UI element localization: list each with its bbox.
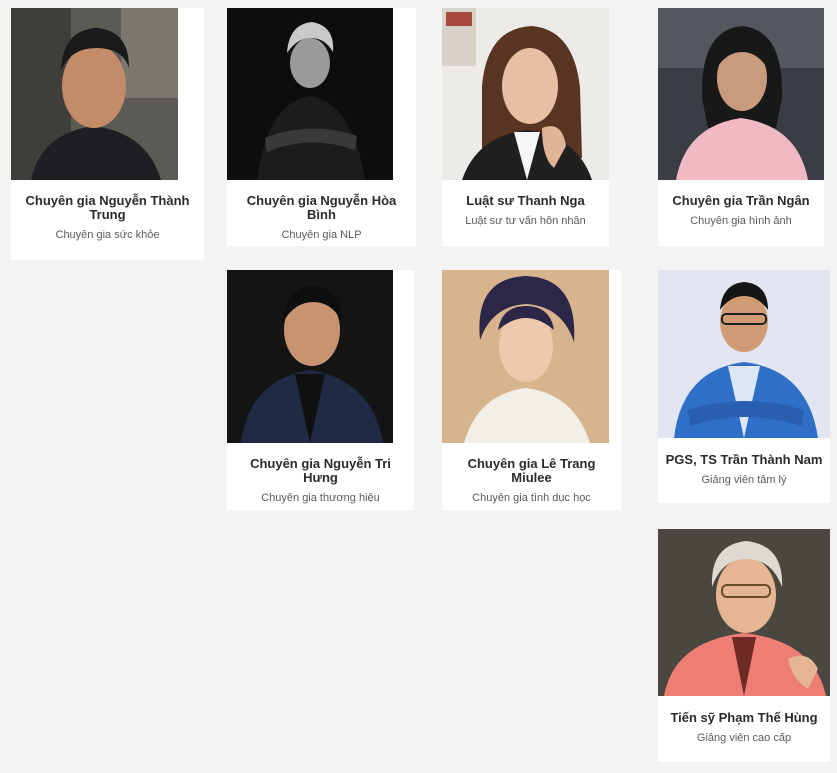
expert-name[interactable]: Luật sư Thanh Nga [442,194,609,208]
expert-photo[interactable] [442,270,609,443]
expert-photo[interactable] [227,8,393,180]
expert-role: Giảng viên tâm lý [701,474,787,486]
expert-card-nguyen-thanh-trung[interactable]: Chuyên gia Nguyễn Thành Trung Chuyên gia… [11,8,204,260]
expert-card-thanh-nga[interactable]: Luật sư Thanh Nga Luật sư tư vấn hôn nhâ… [442,8,609,246]
expert-name[interactable]: Chuyên gia Nguyễn Tri Hưng [227,457,414,485]
expert-card-nguyen-tri-hung[interactable]: Chuyên gia Nguyễn Tri Hưng Chuyên gia th… [227,270,414,510]
expert-role: Chuyên gia tình dục học [472,492,591,504]
expert-name[interactable]: Chuyên gia Trần Ngân [658,194,824,208]
expert-photo[interactable] [658,8,824,180]
expert-card-tran-thanh-nam[interactable]: PGS, TS Trần Thành Nam Giảng viên tâm lý [658,270,830,503]
expert-role: Chuyên gia sức khỏe [55,229,160,241]
expert-photo[interactable] [442,8,609,180]
expert-role: Giảng viên cao cấp [696,732,792,744]
expert-name[interactable]: Chuyên gia Lê Trang Miulee [442,457,621,485]
expert-photo[interactable] [11,8,178,180]
expert-card-pham-the-hung[interactable]: Tiến sỹ Phạm Thế Hùng Giảng viên cao cấp [658,529,830,762]
expert-name[interactable]: Chuyên gia Nguyễn Thành Trung [11,194,204,222]
expert-photo[interactable] [227,270,393,443]
expert-photo[interactable] [658,270,830,438]
expert-role: Luật sư tư vấn hôn nhân [465,215,586,227]
expert-role: Chuyên gia thương hiệu [261,492,380,504]
expert-name[interactable]: Chuyên gia Nguyễn Hòa Bình [227,194,416,222]
expert-role: Chuyên gia hình ảnh [690,215,792,227]
expert-role: Chuyên gia NLP [281,229,362,241]
expert-name[interactable]: Tiến sỹ Phạm Thế Hùng [658,711,830,725]
expert-card-nguyen-hoa-binh[interactable]: Chuyên gia Nguyễn Hòa Bình Chuyên gia NL… [227,8,416,246]
expert-card-tran-ngan[interactable]: Chuyên gia Trần Ngân Chuyên gia hình ảnh [658,8,824,246]
expert-card-le-trang-miulee[interactable]: Chuyên gia Lê Trang Miulee Chuyên gia tì… [442,270,621,510]
expert-name[interactable]: PGS, TS Trần Thành Nam [658,453,830,467]
expert-photo[interactable] [658,529,830,696]
